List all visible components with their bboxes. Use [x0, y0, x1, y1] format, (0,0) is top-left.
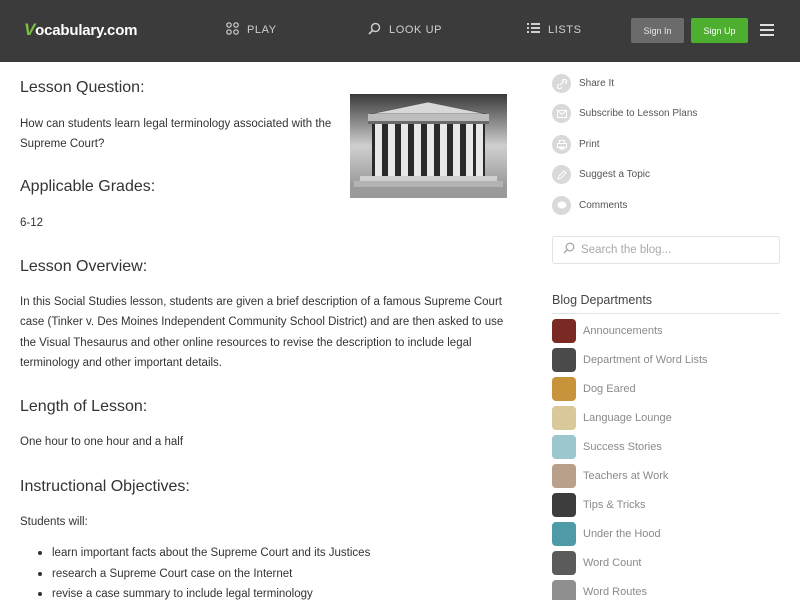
dept-under-the-hood[interactable]: Under the Hood [552, 522, 661, 546]
blog-search-input[interactable] [581, 244, 771, 256]
announcements-thumbnail [552, 319, 576, 343]
lesson-overview-heading: Lesson Overview: [20, 258, 148, 275]
nav-lists[interactable]: LISTS [527, 22, 582, 37]
print-link[interactable]: Print [552, 135, 600, 154]
dept-dog-eared[interactable]: Dog Eared [552, 377, 636, 401]
applicable-grades-heading: Applicable Grades: [20, 178, 156, 195]
grid-icon [226, 22, 239, 38]
top-nav-bar: Vocabulary.com PLAY LOOK UP LISTS Sign I… [0, 0, 800, 62]
comment-icon [552, 196, 571, 215]
sign-up-button[interactable]: Sign Up [691, 18, 748, 43]
list-item: revise a case summary to include legal t… [20, 584, 370, 600]
nav-play[interactable]: PLAY [226, 22, 277, 38]
search-icon [563, 241, 575, 259]
tips-tricks-thumbnail [552, 493, 576, 517]
dept-success-stories[interactable]: Success Stories [552, 435, 662, 459]
lesson-question-heading: Lesson Question: [20, 79, 145, 96]
dept-label: Language Lounge [583, 412, 672, 424]
supreme-court-image [350, 94, 507, 198]
blog-search[interactable] [552, 236, 780, 264]
list-item: learn important facts about the Supreme … [20, 543, 370, 564]
suggest-topic-link[interactable]: Suggest a Topic [552, 165, 650, 184]
teachers-at-work-thumbnail [552, 464, 576, 488]
nav-look-up-label: LOOK UP [389, 24, 443, 36]
list-icon [527, 22, 540, 37]
link-icon [552, 74, 571, 93]
lesson-overview-line-2: case (Tinker v. Des Moines Independent C… [20, 316, 504, 328]
instructional-objectives-heading: Instructional Objectives: [20, 478, 190, 495]
print-label: Print [579, 139, 600, 150]
lesson-question-line-2: Supreme Court? [20, 138, 105, 150]
blog-departments-divider [552, 313, 780, 314]
dept-label: Success Stories [583, 441, 662, 453]
subscribe-lesson-plans-link[interactable]: Subscribe to Lesson Plans [552, 104, 697, 123]
dept-teachers-at-work[interactable]: Teachers at Work [552, 464, 668, 488]
lesson-question-line-1: How can students learn legal terminology… [20, 118, 332, 130]
objectives-list: learn important facts about the Supreme … [20, 543, 370, 600]
success-stories-thumbnail [552, 435, 576, 459]
dept-tips-tricks[interactable]: Tips & Tricks [552, 493, 646, 517]
dept-label: Department of Word Lists [583, 354, 708, 366]
word-count-thumbnail [552, 551, 576, 575]
dept-word-count[interactable]: Word Count [552, 551, 642, 575]
blog-departments-heading: Blog Departments [552, 293, 653, 307]
word-routes-thumbnail [552, 580, 576, 600]
sign-in-button[interactable]: Sign In [631, 18, 684, 43]
length-of-lesson-value: One hour to one hour and a half [20, 436, 184, 448]
site-logo[interactable]: Vocabulary.com [24, 20, 138, 40]
dept-word-routes[interactable]: Word Routes [552, 580, 647, 600]
dept-label: Dog Eared [583, 383, 636, 395]
share-it-label: Share It [579, 78, 615, 89]
edit-icon [552, 165, 571, 184]
lesson-overview-line-1: In this Social Studies lesson, students … [20, 296, 502, 308]
dog-eared-thumbnail [552, 377, 576, 401]
language-lounge-thumbnail [552, 406, 576, 430]
lesson-overview-line-4: terminology and other important details. [20, 357, 222, 369]
comments-label: Comments [579, 200, 628, 211]
subscribe-label: Subscribe to Lesson Plans [579, 108, 698, 119]
dept-label: Announcements [583, 325, 663, 337]
logo-text: ocabulary.com [35, 22, 138, 39]
list-item: research a Supreme Court case on the Int… [20, 564, 370, 585]
dept-label: Word Count [583, 557, 642, 569]
mail-icon [552, 104, 571, 123]
menu-icon[interactable] [760, 24, 774, 36]
under-the-hood-thumbnail [552, 522, 576, 546]
search-icon [368, 22, 381, 38]
dept-label: Under the Hood [583, 528, 661, 540]
dept-label: Tips & Tricks [583, 499, 646, 511]
share-it-link[interactable]: Share It [552, 74, 614, 93]
dept-word-lists[interactable]: Department of Word Lists [552, 348, 708, 372]
dept-label: Word Routes [583, 586, 647, 598]
lesson-overview-line-3: the Visual Thesaurus and other online re… [20, 337, 472, 349]
dept-announcements[interactable]: Announcements [552, 319, 663, 343]
print-icon [552, 135, 571, 154]
nav-lists-label: LISTS [548, 23, 582, 36]
dept-language-lounge[interactable]: Language Lounge [552, 406, 672, 430]
dept-label: Teachers at Work [583, 470, 669, 482]
logo-v: V [24, 20, 36, 39]
nav-play-label: PLAY [247, 24, 277, 36]
students-will-label: Students will: [20, 516, 88, 528]
nav-look-up[interactable]: LOOK UP [368, 22, 442, 38]
word-lists-thumbnail [552, 348, 576, 372]
applicable-grades-value: 6-12 [20, 217, 44, 229]
comments-link[interactable]: Comments [552, 196, 627, 215]
length-of-lesson-heading: Length of Lesson: [20, 398, 148, 415]
suggest-topic-label: Suggest a Topic [579, 169, 650, 180]
